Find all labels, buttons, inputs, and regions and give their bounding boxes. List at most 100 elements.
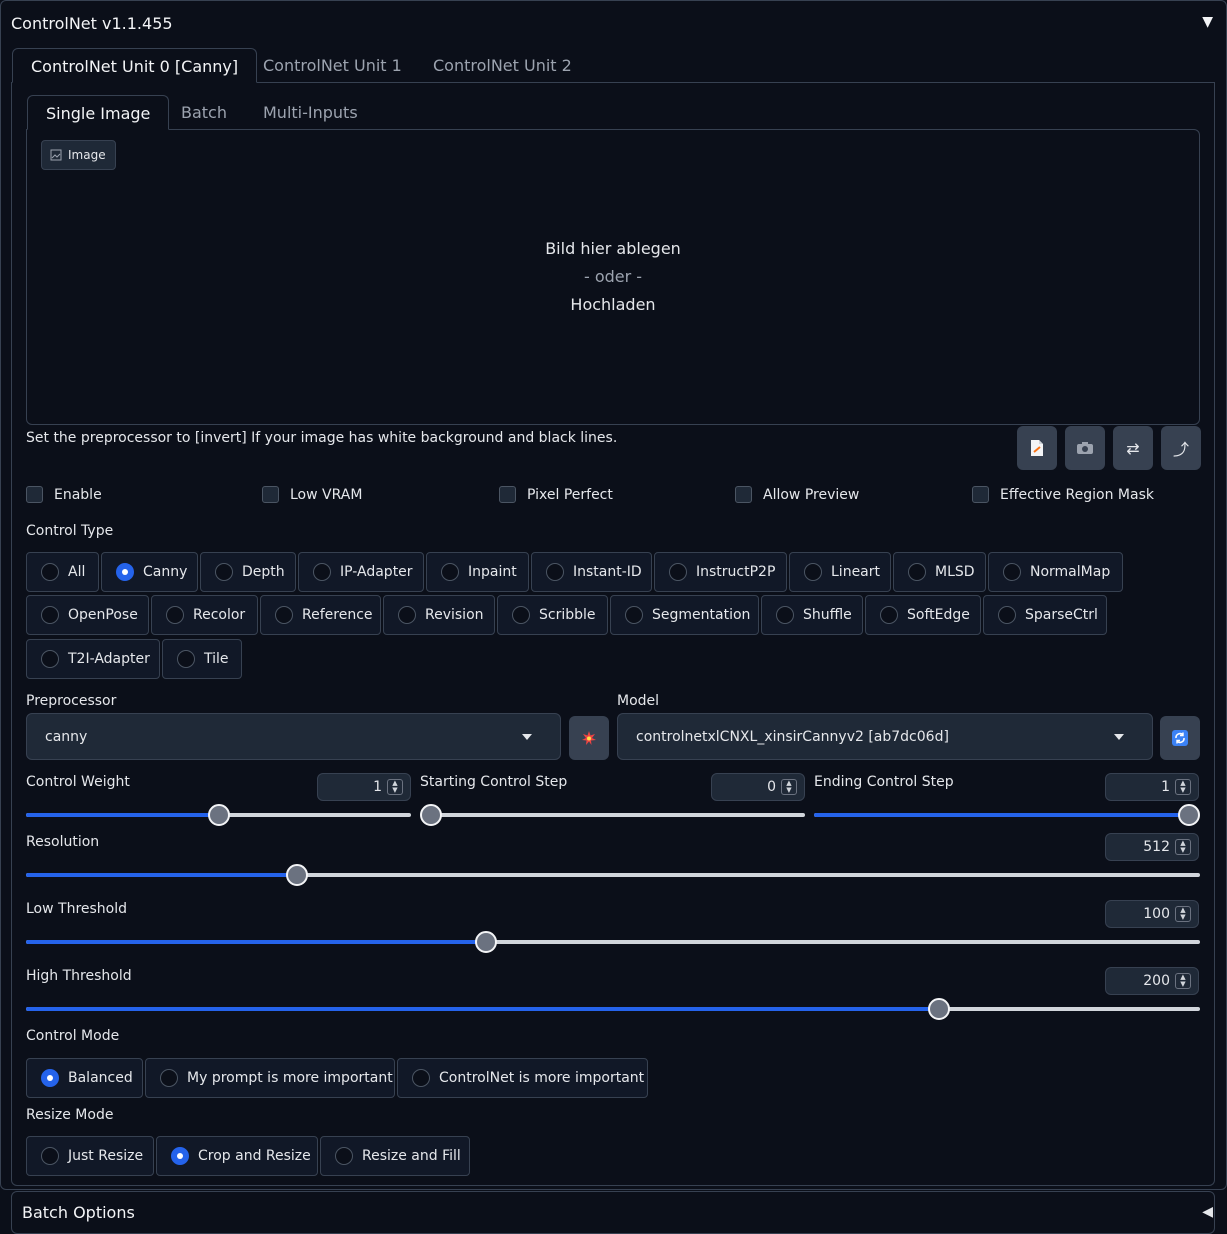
radio-button[interactable]: [41, 650, 59, 668]
resolution-input[interactable]: 512 ▲ ▼: [1105, 833, 1199, 861]
tab-unit-1[interactable]: ControlNet Unit 1: [245, 48, 420, 83]
radio-button[interactable]: [313, 563, 331, 581]
resize-mode-resize-and-fill[interactable]: Resize and Fill: [320, 1136, 470, 1176]
preprocessor-dropdown[interactable]: canny: [26, 713, 561, 760]
allow-preview-checkbox[interactable]: Allow Preview: [735, 486, 859, 503]
control-type-instant-id[interactable]: Instant-ID: [531, 552, 652, 592]
expand-toggle-icon[interactable]: ◀: [1202, 1204, 1213, 1220]
radio-button[interactable]: [998, 606, 1016, 624]
refresh-models-button[interactable]: [1160, 716, 1200, 760]
slider-thumb[interactable]: [207, 804, 230, 826]
radio-button[interactable]: [398, 606, 416, 624]
radio-button[interactable]: [625, 606, 643, 624]
control-type-sparsectrl[interactable]: SparseCtrl: [983, 595, 1107, 635]
resize-mode-crop-and-resize[interactable]: Crop and Resize: [156, 1136, 318, 1176]
tab-batch[interactable]: Batch: [163, 95, 245, 130]
control-type-shuffle[interactable]: Shuffle: [761, 595, 863, 635]
radio-button[interactable]: [275, 606, 293, 624]
resolution-slider[interactable]: [26, 864, 1200, 886]
tab-unit-0[interactable]: ControlNet Unit 0 [Canny]: [12, 48, 258, 83]
radio-button[interactable]: [880, 606, 898, 624]
stepper-icon[interactable]: ▲ ▼: [1175, 973, 1191, 989]
low-vram-checkbox[interactable]: Low VRAM: [262, 486, 362, 503]
tab-single-image[interactable]: Single Image: [27, 95, 170, 130]
ending-step-input[interactable]: 1 ▲ ▼: [1105, 773, 1199, 801]
high-threshold-input[interactable]: 200 ▲ ▼: [1105, 967, 1199, 995]
radio-button[interactable]: [177, 650, 195, 668]
enable-checkbox-box[interactable]: [26, 486, 43, 503]
batch-options-panel[interactable]: [11, 1191, 1215, 1234]
model-dropdown[interactable]: controlnetxlCNXL_xinsirCannyv2 [ab7dc06d…: [617, 713, 1153, 760]
ending-step-slider[interactable]: [814, 804, 1200, 826]
radio-button[interactable]: [335, 1147, 353, 1165]
radio-button[interactable]: [512, 606, 530, 624]
run-preprocessor-button[interactable]: [569, 716, 609, 760]
pixel-perfect-checkbox[interactable]: Pixel Perfect: [499, 486, 613, 503]
radio-button[interactable]: [669, 563, 687, 581]
radio-button[interactable]: [1003, 563, 1021, 581]
control-mode-controlnet-important[interactable]: ControlNet is more important: [397, 1058, 648, 1098]
tab-multi-inputs[interactable]: Multi-Inputs: [245, 95, 376, 130]
pixel-perfect-checkbox-box[interactable]: [499, 486, 516, 503]
control-weight-slider[interactable]: [26, 804, 411, 826]
tab-unit-2[interactable]: ControlNet Unit 2: [415, 48, 590, 83]
effective-region-mask-checkbox[interactable]: Effective Region Mask: [972, 486, 1154, 503]
low-threshold-slider[interactable]: [26, 931, 1200, 953]
high-threshold-slider[interactable]: [26, 998, 1200, 1020]
radio-button-selected[interactable]: [116, 563, 134, 581]
radio-button[interactable]: [160, 1069, 178, 1087]
stepper-icon[interactable]: ▲ ▼: [1175, 839, 1191, 855]
stepper-icon[interactable]: ▲ ▼: [781, 779, 797, 795]
control-type-revision[interactable]: Revision: [383, 595, 495, 635]
collapse-toggle-icon[interactable]: ▼: [1202, 14, 1213, 30]
starting-step-slider[interactable]: [420, 804, 805, 826]
control-type-lineart[interactable]: Lineart: [789, 552, 891, 592]
send-dimensions-button[interactable]: ⤴: [1161, 426, 1201, 470]
control-type-reference[interactable]: Reference: [260, 595, 381, 635]
radio-button[interactable]: [908, 563, 926, 581]
swap-button[interactable]: ⇄: [1113, 426, 1153, 470]
control-type-tile[interactable]: Tile: [162, 639, 242, 679]
control-type-softedge[interactable]: SoftEdge: [865, 595, 981, 635]
radio-button[interactable]: [41, 1147, 59, 1165]
radio-button[interactable]: [41, 606, 59, 624]
radio-button[interactable]: [412, 1069, 430, 1087]
allow-preview-checkbox-box[interactable]: [735, 486, 752, 503]
control-type-segmentation[interactable]: Segmentation: [610, 595, 759, 635]
resize-mode-just-resize[interactable]: Just Resize: [26, 1136, 154, 1176]
slider-thumb[interactable]: [1178, 804, 1200, 826]
slider-thumb[interactable]: [420, 804, 442, 826]
control-weight-input[interactable]: 1 ▲ ▼: [317, 773, 411, 801]
control-type-openpose[interactable]: OpenPose: [26, 595, 149, 635]
document-button[interactable]: [1017, 426, 1057, 470]
camera-button[interactable]: [1065, 426, 1105, 470]
control-type-t2i-adapter[interactable]: T2I-Adapter: [26, 639, 160, 679]
radio-button[interactable]: [546, 563, 564, 581]
radio-button[interactable]: [41, 563, 59, 581]
stepper-icon[interactable]: ▲ ▼: [1175, 779, 1191, 795]
control-mode-balanced[interactable]: Balanced: [26, 1058, 143, 1098]
enable-checkbox[interactable]: Enable: [26, 486, 102, 503]
stepper-icon[interactable]: ▲ ▼: [387, 779, 403, 795]
upload-text[interactable]: Hochladen: [26, 295, 1200, 314]
effective-region-mask-checkbox-box[interactable]: [972, 486, 989, 503]
batch-options-title[interactable]: Batch Options: [22, 1203, 135, 1222]
radio-button-selected[interactable]: [41, 1069, 59, 1087]
panel-title[interactable]: ControlNet v1.1.455: [11, 14, 173, 33]
stepper-icon[interactable]: ▲ ▼: [1175, 906, 1191, 922]
control-type-instructp2p[interactable]: InstructP2P: [654, 552, 787, 592]
control-type-ip-adapter[interactable]: IP-Adapter: [298, 552, 424, 592]
radio-button[interactable]: [166, 606, 184, 624]
radio-button[interactable]: [215, 563, 233, 581]
radio-button[interactable]: [441, 563, 459, 581]
control-type-normalmap[interactable]: NormalMap: [988, 552, 1123, 592]
control-type-mlsd[interactable]: MLSD: [893, 552, 986, 592]
control-type-all[interactable]: All: [26, 552, 99, 592]
control-mode-prompt-important[interactable]: My prompt is more important: [145, 1058, 395, 1098]
control-type-scribble[interactable]: Scribble: [497, 595, 608, 635]
radio-button[interactable]: [776, 606, 794, 624]
control-type-inpaint[interactable]: Inpaint: [426, 552, 529, 592]
control-type-depth[interactable]: Depth: [200, 552, 296, 592]
low-threshold-input[interactable]: 100 ▲ ▼: [1105, 900, 1199, 928]
radio-button-selected[interactable]: [171, 1147, 189, 1165]
